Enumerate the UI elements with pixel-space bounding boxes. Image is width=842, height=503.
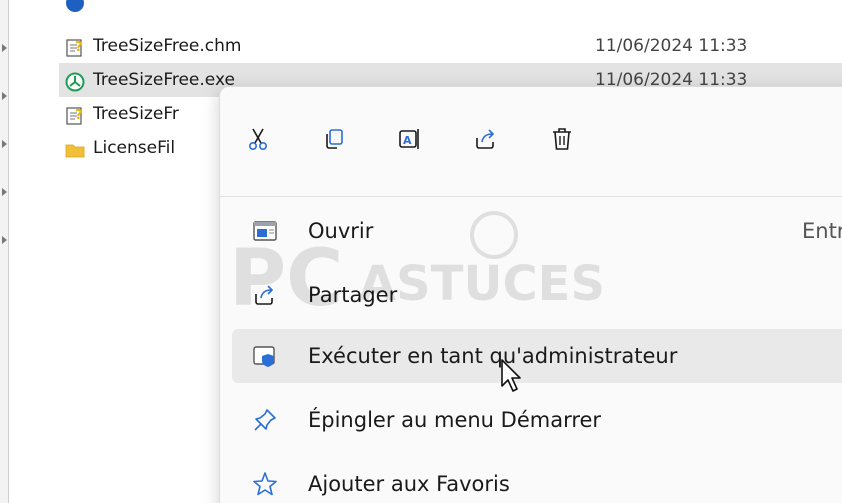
menu-item-label: Ajouter aux Favoris [308,472,510,496]
menu-item-add-favorites[interactable]: Ajouter aux Favoris [232,457,842,503]
copy-button[interactable] [316,121,352,157]
menu-item-pin-start[interactable]: Épingler au menu Démarrer [232,393,842,447]
menu-item-label: Ouvrir [308,219,374,243]
file-icon [65,0,85,12]
star-icon [252,471,278,497]
rename-icon: A [399,129,419,149]
folder-icon [65,138,85,158]
expand-chevron-icon[interactable] [2,140,7,148]
svg-text:A: A [403,134,412,147]
help-file-icon: ? [65,104,85,125]
scissors-icon [249,128,268,150]
share-icon [476,129,495,149]
svg-text:?: ? [75,108,83,123]
delete-button[interactable] [544,121,580,157]
open-window-icon [252,218,278,244]
file-row-partial[interactable] [61,0,842,18]
expand-chevron-icon[interactable] [2,92,7,100]
file-name: TreeSizeFr [93,104,179,124]
trash-icon [553,128,571,150]
context-menu-toolbar: A [220,87,842,197]
menu-item-shortcut: Entre [802,219,842,243]
help-file-icon: ? [65,36,85,57]
expand-chevron-icon[interactable] [2,188,7,196]
svg-text:?: ? [75,40,83,55]
share-button[interactable] [468,121,504,157]
share-icon [252,282,278,308]
menu-item-share[interactable]: Partager [232,268,842,322]
file-name: TreeSizeFree.exe [93,70,235,90]
menu-item-open[interactable]: Ouvrir Entre [232,204,842,258]
rename-button[interactable]: A [392,121,428,157]
context-menu: A Ouvrir Ent Partager Exécuter en tant q… [219,86,842,503]
mouse-pointer-icon [501,359,521,392]
expand-chevron-icon[interactable] [2,236,7,244]
expand-chevron-icon[interactable] [2,44,7,52]
menu-item-label: Partager [308,283,398,307]
menu-separator [220,196,842,197]
menu-item-label: Épingler au menu Démarrer [308,408,602,432]
treesize-app-icon [65,70,85,92]
cut-button[interactable] [240,121,276,157]
nav-pane-edge [0,0,8,503]
file-list-pane: ? TreeSizeFree.chm 11/06/2024 11:33 Tree… [8,0,842,503]
copy-icon [326,129,343,149]
shield-window-icon [252,343,278,369]
file-name: LicenseFil [93,138,176,158]
file-name: TreeSizeFree.chm [93,36,242,56]
menu-item-run-as-admin[interactable]: Exécuter en tant qu'administrateur [232,329,842,383]
pin-icon [252,407,278,433]
menu-item-label: Exécuter en tant qu'administrateur [308,344,678,368]
file-date: 11/06/2024 11:33 [595,36,748,56]
file-row[interactable]: ? TreeSizeFree.chm 11/06/2024 11:33 [61,29,842,63]
